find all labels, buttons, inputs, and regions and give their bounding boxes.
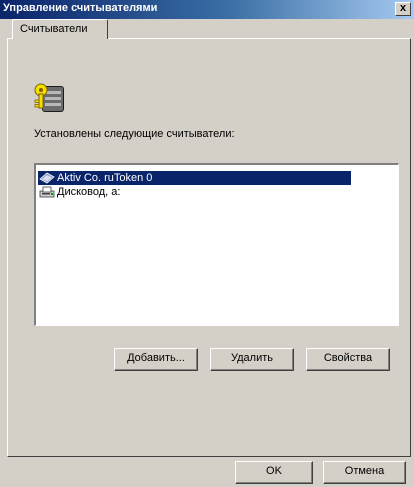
add-button[interactable]: Добавить...: [114, 348, 198, 371]
reader-item-rutoken[interactable]: Aktiv Co. ruToken 0: [38, 171, 351, 185]
title-bar: Управление считывателями x: [0, 0, 414, 19]
reader-item-label: Дисковод, a:: [57, 186, 121, 198]
remove-button[interactable]: Удалить: [210, 348, 294, 371]
readers-list[interactable]: Aktiv Co. ruToken 0 Дисковод, a:: [34, 163, 399, 326]
cancel-button[interactable]: Отмена: [323, 461, 406, 484]
ok-button[interactable]: OK: [235, 461, 313, 484]
installed-readers-label: Установлены следующие считыватели:: [34, 128, 235, 140]
tab-readers[interactable]: Считыватели: [12, 19, 108, 39]
window-title: Управление считывателями: [3, 2, 158, 14]
close-button[interactable]: x: [395, 2, 411, 16]
token-reader-icon: [39, 172, 55, 184]
card-reader-key-icon: [34, 83, 64, 112]
floppy-drive-icon: [39, 186, 55, 198]
reader-item-label: Aktiv Co. ruToken 0: [57, 172, 153, 184]
tab-readers-label: Считыватели: [20, 23, 88, 35]
properties-button[interactable]: Свойства: [306, 348, 390, 371]
